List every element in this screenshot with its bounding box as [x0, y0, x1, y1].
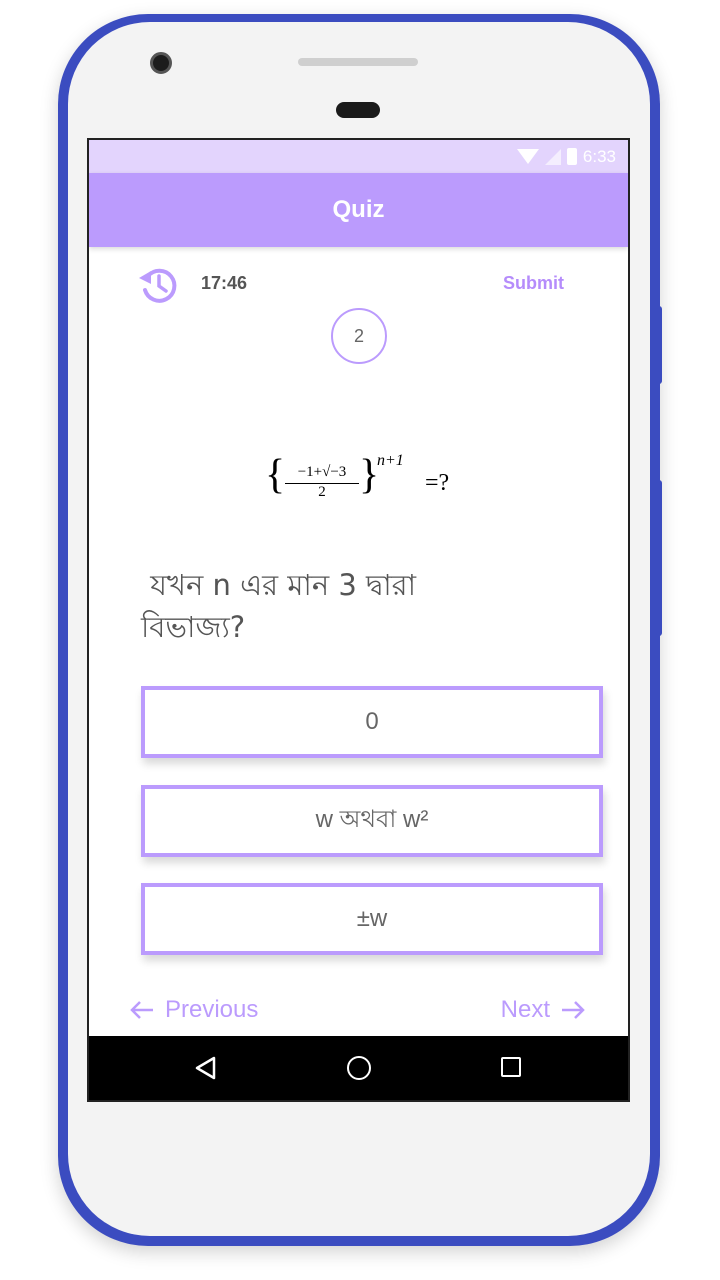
question-formula: { −1+√−3 2 } n+1 =? — [265, 450, 465, 520]
option-button[interactable]: ±w — [141, 883, 603, 955]
history-icon[interactable] — [135, 262, 181, 308]
formula-suffix: =? — [425, 470, 450, 496]
recent-apps-icon[interactable] — [501, 1057, 521, 1077]
arrow-left-icon — [130, 1001, 153, 1019]
screen: 6:33 Quiz 17:46 Submit 2 { −1+√−3 2 } n+… — [87, 138, 630, 1102]
next-label: Next — [500, 996, 550, 1023]
wifi-icon — [516, 149, 539, 164]
option-label: w অথবা w² — [315, 806, 429, 833]
question-number: 2 — [353, 325, 364, 346]
arrow-right-icon — [562, 1001, 585, 1019]
app-title: Quiz — [332, 196, 385, 223]
system-nav-bar — [89, 1036, 628, 1100]
formula-numerator: −1+√−3 — [297, 464, 347, 480]
side-button-volume — [656, 480, 662, 636]
status-time: 6:33 — [582, 146, 616, 166]
formula-denominator: 2 — [318, 484, 326, 500]
option-label: 0 — [365, 708, 379, 735]
formula-exponent: n+1 — [377, 452, 404, 469]
earpiece-speaker — [298, 58, 418, 66]
timer-text: 17:46 — [201, 273, 248, 293]
previous-label: Previous — [165, 996, 259, 1023]
home-icon[interactable] — [347, 1056, 371, 1080]
option-button[interactable]: 0 — [141, 686, 603, 758]
side-button-power — [656, 306, 662, 384]
back-icon[interactable] — [195, 1056, 217, 1080]
submit-button[interactable]: Submit — [503, 273, 564, 294]
question-number-badge: 2 — [331, 308, 387, 364]
previous-button[interactable]: Previous — [129, 996, 258, 1024]
front-camera — [150, 52, 172, 74]
question-text: যখন n এর মান 3 দ্বারা বিভাজ্য? — [141, 568, 417, 644]
signal-icon — [544, 148, 561, 165]
status-bar: 6:33 — [89, 140, 628, 173]
option-button[interactable]: w অথবা w² — [141, 785, 603, 857]
option-label: ±w — [356, 905, 388, 932]
app-bar: Quiz — [89, 173, 628, 247]
next-button[interactable]: Next — [501, 996, 586, 1024]
battery-icon — [566, 148, 577, 165]
sensor-notch — [336, 102, 380, 118]
